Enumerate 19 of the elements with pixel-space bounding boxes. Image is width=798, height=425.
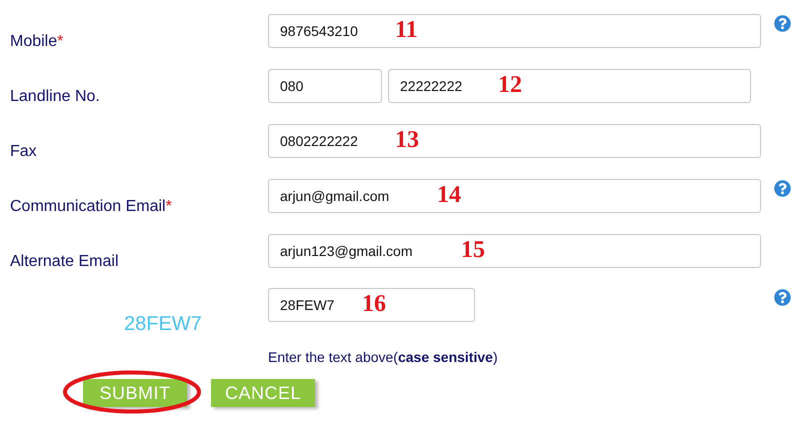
help-icon[interactable] xyxy=(774,15,790,32)
required-mark: * xyxy=(166,198,172,215)
captcha-code: 28FEW7 xyxy=(124,313,202,335)
annotation-number: 11 xyxy=(395,17,418,43)
field-label: Mobile xyxy=(10,33,58,50)
field-label: Fax xyxy=(10,143,37,160)
annotation-number: 13 xyxy=(395,127,419,153)
annotation-number: 16 xyxy=(362,291,386,317)
annotation-number: 15 xyxy=(461,237,485,263)
captcha-hint: Enter the text above(case sensitive) xyxy=(268,349,498,365)
annotation-number: 12 xyxy=(498,72,522,98)
text-field[interactable]: 080 xyxy=(268,69,382,103)
field-label: Communication Email xyxy=(10,198,166,215)
help-icon[interactable] xyxy=(774,289,790,306)
field-label: Alternate Email xyxy=(10,253,118,270)
annotation-number: 14 xyxy=(437,182,461,208)
field-label: Landline No. xyxy=(10,88,100,105)
required-mark: * xyxy=(57,33,64,50)
help-icon[interactable] xyxy=(774,180,790,197)
